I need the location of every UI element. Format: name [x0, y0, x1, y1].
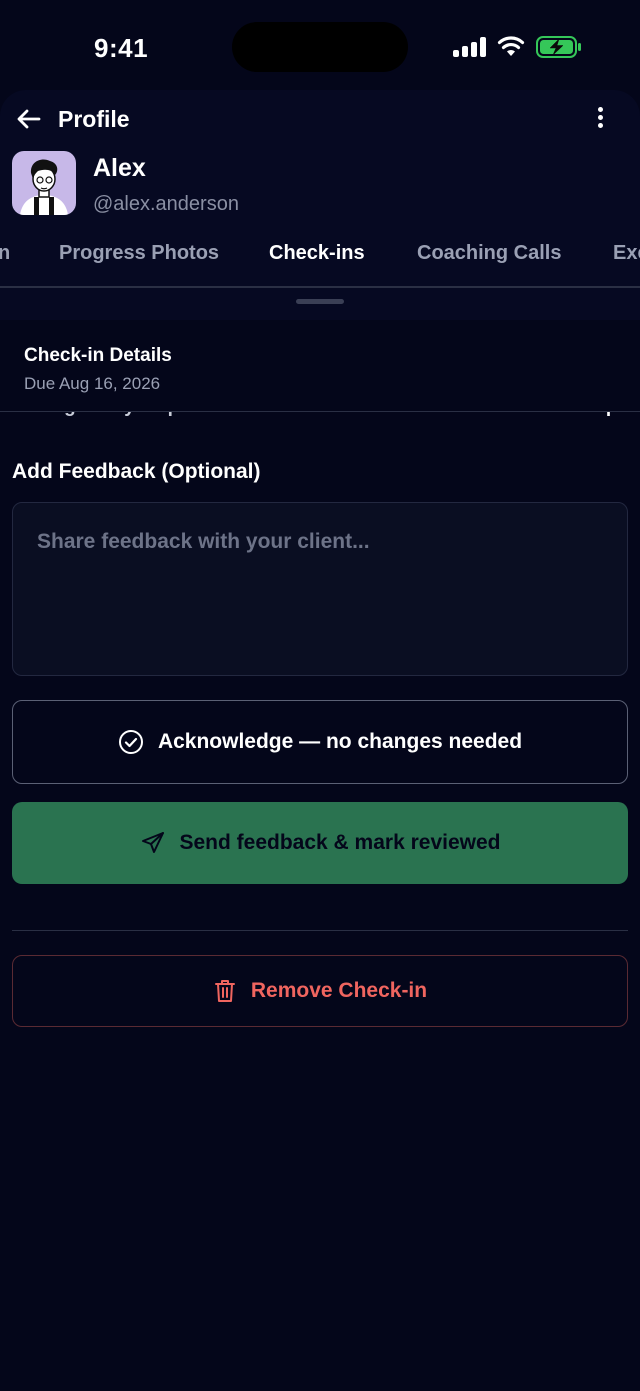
tab-partial-right[interactable]: Exe [613, 242, 640, 265]
remove-checkin-button-label: Remove Check-in [250, 979, 428, 1002]
avatar-illustration [20, 159, 68, 215]
feedback-label: Add Feedback (Optional) [12, 460, 261, 483]
send-feedback-button[interactable]: Send feedback & mark reviewed [12, 802, 628, 884]
checkin-details-title: Check-in Details [24, 345, 172, 366]
battery-charging-icon [536, 36, 581, 58]
page-title: Profile [58, 106, 130, 132]
checkin-details-header: Check-in Details Due Aug 16, 2026 [0, 320, 640, 412]
status-time: 9:41 [94, 33, 149, 63]
more-vertical-icon[interactable] [588, 104, 612, 134]
acknowledge-button-label: Acknowledge — no changes needed [157, 730, 523, 753]
checkin-due-date: Due Aug 16, 2026 [24, 374, 161, 393]
arrow-left-icon[interactable] [14, 104, 44, 134]
profile-handle: @alex.anderson [93, 193, 239, 215]
tab-coaching-calls[interactable]: Coaching Calls [417, 242, 561, 265]
remove-checkin-button[interactable]: Remove Check-in [12, 955, 628, 1027]
drag-handle[interactable] [296, 299, 344, 304]
tab-partial-left[interactable]: n [0, 242, 10, 265]
profile-tabs: n Progress Photos Check-ins Coaching Cal… [0, 230, 640, 288]
tab-check-ins[interactable]: Check-ins [269, 242, 365, 265]
acknowledge-button[interactable]: Acknowledge — no changes needed [12, 700, 628, 784]
status-bar: 9:41 [0, 0, 640, 92]
dynamic-island [232, 22, 408, 72]
send-feedback-button-label: Send feedback & mark reviewed [179, 831, 501, 854]
cellular-signal-icon [453, 37, 487, 57]
feedback-input[interactable] [12, 502, 628, 676]
checkin-detail-panel: Check-in Details Due Aug 16, 2026 Averag… [0, 320, 640, 1391]
check-circle-icon [118, 730, 143, 754]
profile-name: Alex [93, 154, 146, 182]
trash-icon [214, 980, 235, 1002]
send-icon [141, 832, 164, 853]
tab-progress-photos[interactable]: Progress Photos [59, 242, 219, 265]
section-divider [12, 930, 628, 931]
wifi-icon [497, 36, 525, 56]
top-bar: Profile [0, 90, 640, 148]
avatar [12, 151, 76, 215]
